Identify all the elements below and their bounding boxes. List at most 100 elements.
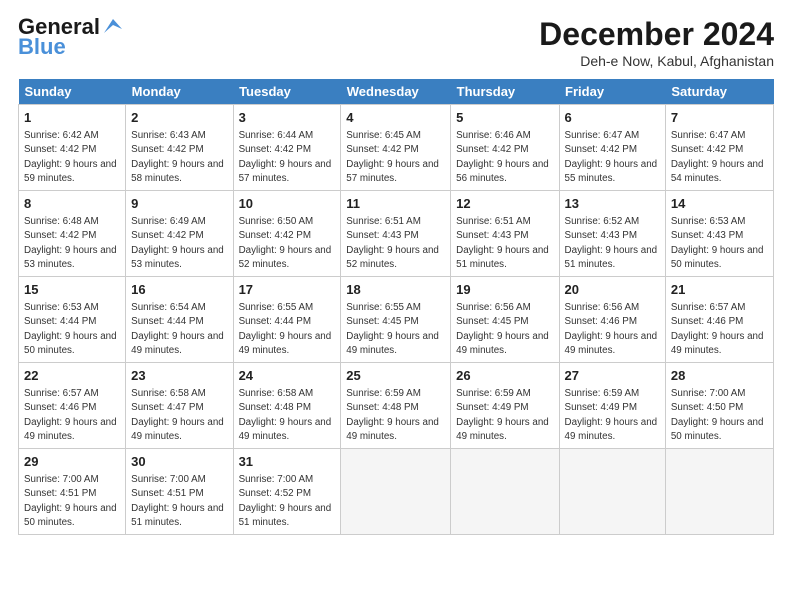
col-header-wednesday: Wednesday <box>341 79 451 105</box>
logo-bird-icon <box>102 15 124 37</box>
day-info: Sunrise: 6:54 AMSunset: 4:44 PMDaylight:… <box>131 301 227 358</box>
day-info: Sunrise: 6:52 AMSunset: 4:43 PMDaylight:… <box>565 215 660 272</box>
day-number: 25 <box>346 367 445 385</box>
day-cell: 22 Sunrise: 6:57 AMSunset: 4:46 PMDayligh… <box>19 363 126 449</box>
col-header-tuesday: Tuesday <box>233 79 341 105</box>
day-info: Sunrise: 6:59 AMSunset: 4:48 PMDaylight:… <box>346 387 445 444</box>
day-cell: 13 Sunrise: 6:52 AMSunset: 4:43 PMDayligh… <box>559 191 665 277</box>
day-number: 22 <box>24 367 120 385</box>
day-info: Sunrise: 6:47 AMSunset: 4:42 PMDaylight:… <box>671 129 768 186</box>
day-info: Sunrise: 6:49 AMSunset: 4:42 PMDaylight:… <box>131 215 227 272</box>
day-cell: 26 Sunrise: 6:59 AMSunset: 4:49 PMDayligh… <box>451 363 559 449</box>
day-cell: 24 Sunrise: 6:58 AMSunset: 4:48 PMDayligh… <box>233 363 341 449</box>
day-number: 26 <box>456 367 553 385</box>
day-number: 3 <box>239 109 336 127</box>
week-row-4: 22 Sunrise: 6:57 AMSunset: 4:46 PMDayligh… <box>19 363 774 449</box>
col-header-monday: Monday <box>126 79 233 105</box>
day-cell: 29 Sunrise: 7:00 AMSunset: 4:51 PMDayligh… <box>19 449 126 535</box>
day-info: Sunrise: 7:00 AMSunset: 4:51 PMDaylight:… <box>24 473 120 530</box>
logo-blue-text: Blue <box>18 36 124 58</box>
day-number: 19 <box>456 281 553 299</box>
day-number: 10 <box>239 195 336 213</box>
day-cell: 31 Sunrise: 7:00 AMSunset: 4:52 PMDayligh… <box>233 449 341 535</box>
day-number: 8 <box>24 195 120 213</box>
day-cell: 19 Sunrise: 6:56 AMSunset: 4:45 PMDayligh… <box>451 277 559 363</box>
day-info: Sunrise: 6:56 AMSunset: 4:46 PMDaylight:… <box>565 301 660 358</box>
month-title: December 2024 <box>539 16 774 53</box>
day-cell: 27Sunrise: 6:59 AMSunset: 4:49 PMDayligh… <box>559 363 665 449</box>
day-cell: 23 Sunrise: 6:58 AMSunset: 4:47 PMDayligh… <box>126 363 233 449</box>
day-cell: 14Sunrise: 6:53 AMSunset: 4:43 PMDayligh… <box>665 191 773 277</box>
day-info: Sunrise: 6:42 AMSunset: 4:42 PMDaylight:… <box>24 129 120 186</box>
day-info: Sunrise: 7:00 AMSunset: 4:51 PMDaylight:… <box>131 473 227 530</box>
day-number: 28 <box>671 367 768 385</box>
day-cell: 7 Sunrise: 6:47 AMSunset: 4:42 PMDaylight… <box>665 105 773 191</box>
day-number: 30 <box>131 453 227 471</box>
day-cell: 18 Sunrise: 6:55 AMSunset: 4:45 PMDayligh… <box>341 277 451 363</box>
day-cell: 2Sunrise: 6:43 AMSunset: 4:42 PMDaylight… <box>126 105 233 191</box>
title-block: December 2024 Deh-e Now, Kabul, Afghanis… <box>539 16 774 69</box>
day-cell: 25 Sunrise: 6:59 AMSunset: 4:48 PMDayligh… <box>341 363 451 449</box>
week-row-5: 29 Sunrise: 7:00 AMSunset: 4:51 PMDayligh… <box>19 449 774 535</box>
day-info: Sunrise: 6:43 AMSunset: 4:42 PMDaylight:… <box>131 129 227 186</box>
location-subtitle: Deh-e Now, Kabul, Afghanistan <box>539 53 774 69</box>
header-row: SundayMondayTuesdayWednesdayThursdayFrid… <box>19 79 774 105</box>
day-info: Sunrise: 6:55 AMSunset: 4:45 PMDaylight:… <box>346 301 445 358</box>
day-info: Sunrise: 6:51 AMSunset: 4:43 PMDaylight:… <box>346 215 445 272</box>
day-number: 23 <box>131 367 227 385</box>
day-number: 29 <box>24 453 120 471</box>
day-info: Sunrise: 6:58 AMSunset: 4:48 PMDaylight:… <box>239 387 336 444</box>
day-cell: 9 Sunrise: 6:49 AMSunset: 4:42 PMDaylight… <box>126 191 233 277</box>
day-cell <box>559 449 665 535</box>
day-cell: 17Sunrise: 6:55 AMSunset: 4:44 PMDayligh… <box>233 277 341 363</box>
day-cell: 21 Sunrise: 6:57 AMSunset: 4:46 PMDayligh… <box>665 277 773 363</box>
day-cell: 20 Sunrise: 6:56 AMSunset: 4:46 PMDayligh… <box>559 277 665 363</box>
day-cell: 4 Sunrise: 6:45 AMSunset: 4:42 PMDaylight… <box>341 105 451 191</box>
day-cell: 30 Sunrise: 7:00 AMSunset: 4:51 PMDayligh… <box>126 449 233 535</box>
day-cell: 10 Sunrise: 6:50 AMSunset: 4:42 PMDayligh… <box>233 191 341 277</box>
day-cell: 12Sunrise: 6:51 AMSunset: 4:43 PMDayligh… <box>451 191 559 277</box>
day-cell <box>665 449 773 535</box>
week-row-2: 8Sunrise: 6:48 AMSunset: 4:42 PMDaylight… <box>19 191 774 277</box>
col-header-saturday: Saturday <box>665 79 773 105</box>
day-number: 7 <box>671 109 768 127</box>
day-info: Sunrise: 6:50 AMSunset: 4:42 PMDaylight:… <box>239 215 336 272</box>
day-number: 9 <box>131 195 227 213</box>
day-cell: 28Sunrise: 7:00 AMSunset: 4:50 PMDayligh… <box>665 363 773 449</box>
day-info: Sunrise: 6:45 AMSunset: 4:42 PMDaylight:… <box>346 129 445 186</box>
day-number: 4 <box>346 109 445 127</box>
day-number: 31 <box>239 453 336 471</box>
day-cell <box>341 449 451 535</box>
col-header-thursday: Thursday <box>451 79 559 105</box>
day-info: Sunrise: 6:58 AMSunset: 4:47 PMDaylight:… <box>131 387 227 444</box>
day-info: Sunrise: 6:53 AMSunset: 4:44 PMDaylight:… <box>24 301 120 358</box>
day-number: 14 <box>671 195 768 213</box>
day-number: 11 <box>346 195 445 213</box>
day-info: Sunrise: 6:57 AMSunset: 4:46 PMDaylight:… <box>24 387 120 444</box>
day-info: Sunrise: 6:57 AMSunset: 4:46 PMDaylight:… <box>671 301 768 358</box>
day-cell <box>451 449 559 535</box>
day-cell: 6Sunrise: 6:47 AMSunset: 4:42 PMDaylight… <box>559 105 665 191</box>
week-row-1: 1Sunrise: 6:42 AMSunset: 4:42 PMDaylight… <box>19 105 774 191</box>
day-number: 24 <box>239 367 336 385</box>
day-cell: 11 Sunrise: 6:51 AMSunset: 4:43 PMDayligh… <box>341 191 451 277</box>
week-row-3: 15 Sunrise: 6:53 AMSunset: 4:44 PMDayligh… <box>19 277 774 363</box>
logo: General Blue <box>18 16 124 58</box>
day-cell: 8Sunrise: 6:48 AMSunset: 4:42 PMDaylight… <box>19 191 126 277</box>
day-number: 15 <box>24 281 120 299</box>
day-info: Sunrise: 6:46 AMSunset: 4:42 PMDaylight:… <box>456 129 553 186</box>
day-info: Sunrise: 6:47 AMSunset: 4:42 PMDaylight:… <box>565 129 660 186</box>
day-info: Sunrise: 6:59 AMSunset: 4:49 PMDaylight:… <box>456 387 553 444</box>
day-number: 20 <box>565 281 660 299</box>
day-number: 21 <box>671 281 768 299</box>
day-info: Sunrise: 6:44 AMSunset: 4:42 PMDaylight:… <box>239 129 336 186</box>
day-cell: 3 Sunrise: 6:44 AMSunset: 4:42 PMDaylight… <box>233 105 341 191</box>
day-info: Sunrise: 6:56 AMSunset: 4:45 PMDaylight:… <box>456 301 553 358</box>
day-number: 12 <box>456 195 553 213</box>
day-number: 16 <box>131 281 227 299</box>
day-cell: 1Sunrise: 6:42 AMSunset: 4:42 PMDaylight… <box>19 105 126 191</box>
day-cell: 15 Sunrise: 6:53 AMSunset: 4:44 PMDayligh… <box>19 277 126 363</box>
day-info: Sunrise: 7:00 AMSunset: 4:52 PMDaylight:… <box>239 473 336 530</box>
day-number: 13 <box>565 195 660 213</box>
day-number: 18 <box>346 281 445 299</box>
